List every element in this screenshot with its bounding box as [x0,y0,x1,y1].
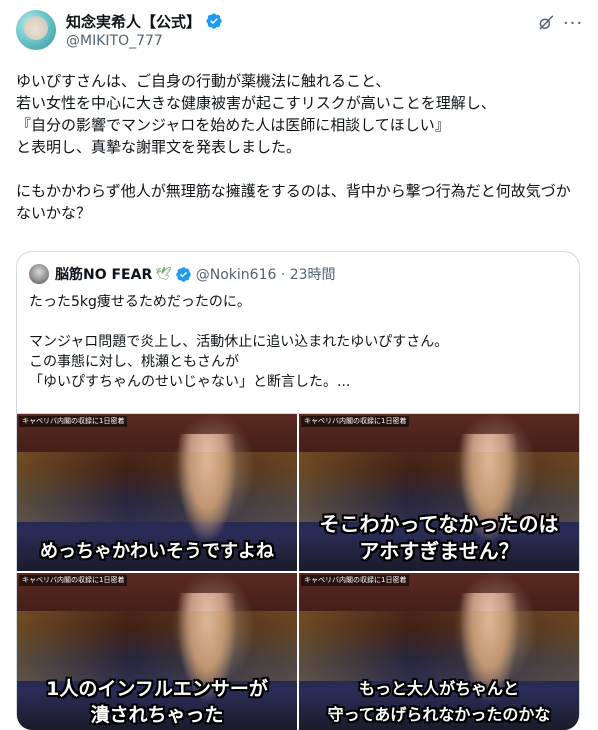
verified-badge-icon [206,13,222,29]
tweet-body-text: ゆいぴすさんは、ご自身の行動が薬機法に触れること、 若い女性を中心に大きな健康被… [16,72,571,222]
media-caption: そこわかってなかったのは アホすぎません？ [319,512,559,563]
quoted-tweet-header: 脳筋NO FEAR 🕊 @Nokin616 · 23時間 [29,264,336,284]
media-caption: めっちゃかわいそうですよね [40,541,274,562]
media-tag: キャベリバ内閣の収録に1日密着 [19,416,128,427]
media-image-4[interactable]: キャベリバ内閣の収録に1日密着 もっと大人がちゃんと 守ってあげられなかったのか… [299,573,579,730]
quoted-verified-badge-icon [175,266,191,282]
tweet-header: 知念実希人【公式】 @MIKITO_777 ··· [0,0,598,60]
media-tag: キャベリバ内閣の収録に1日密着 [301,575,410,586]
author-name-row[interactable]: 知念実希人【公式】 [66,11,223,31]
media-image-1[interactable]: キャベリバ内閣の収録に1日密着 めっちゃかわいそうですよね [17,414,297,571]
quoted-handle-time[interactable]: @Nokin616 · 23時間 [196,264,336,284]
author-handle[interactable]: @MIKITO_777 [66,33,163,49]
author-avatar[interactable] [16,10,56,50]
more-options-icon[interactable]: ··· [562,12,584,34]
media-caption: もっと大人がちゃんと 守ってあげられなかったのかな [327,679,551,724]
quoted-tweet[interactable]: 脳筋NO FEAR 🕊 @Nokin616 · 23時間 たった5kg痩せるため… [16,251,580,730]
author-display-name[interactable]: 知念実希人【公式】 [66,11,201,32]
media-tag: キャベリバ内閣の収録に1日密着 [301,416,410,427]
media-tag: キャベリバ内閣の収録に1日密着 [19,575,128,586]
quoted-author-avatar[interactable] [29,264,49,284]
quoted-author-name[interactable]: 脳筋NO FEAR [55,264,152,284]
quoted-tweet-text: たった5kg痩せるためだったのに。 マンジャロ問題で炎上し、活動休止に追い込まれ… [29,294,449,390]
quoted-media-grid: キャベリバ内閣の収録に1日密着 めっちゃかわいそうですよね キャベリバ内閣の収録… [17,413,579,730]
dove-emoji-icon: 🕊 [155,266,172,282]
grok-icon[interactable] [535,12,557,34]
media-image-3[interactable]: キャベリバ内閣の収録に1日密着 1人のインフルエンサーが 潰されちゃった [17,573,297,730]
media-caption: 1人のインフルエンサーが 潰されちゃった [46,678,268,726]
media-image-2[interactable]: キャベリバ内閣の収録に1日密着 そこわかってなかったのは アホすぎません？ [299,414,579,571]
